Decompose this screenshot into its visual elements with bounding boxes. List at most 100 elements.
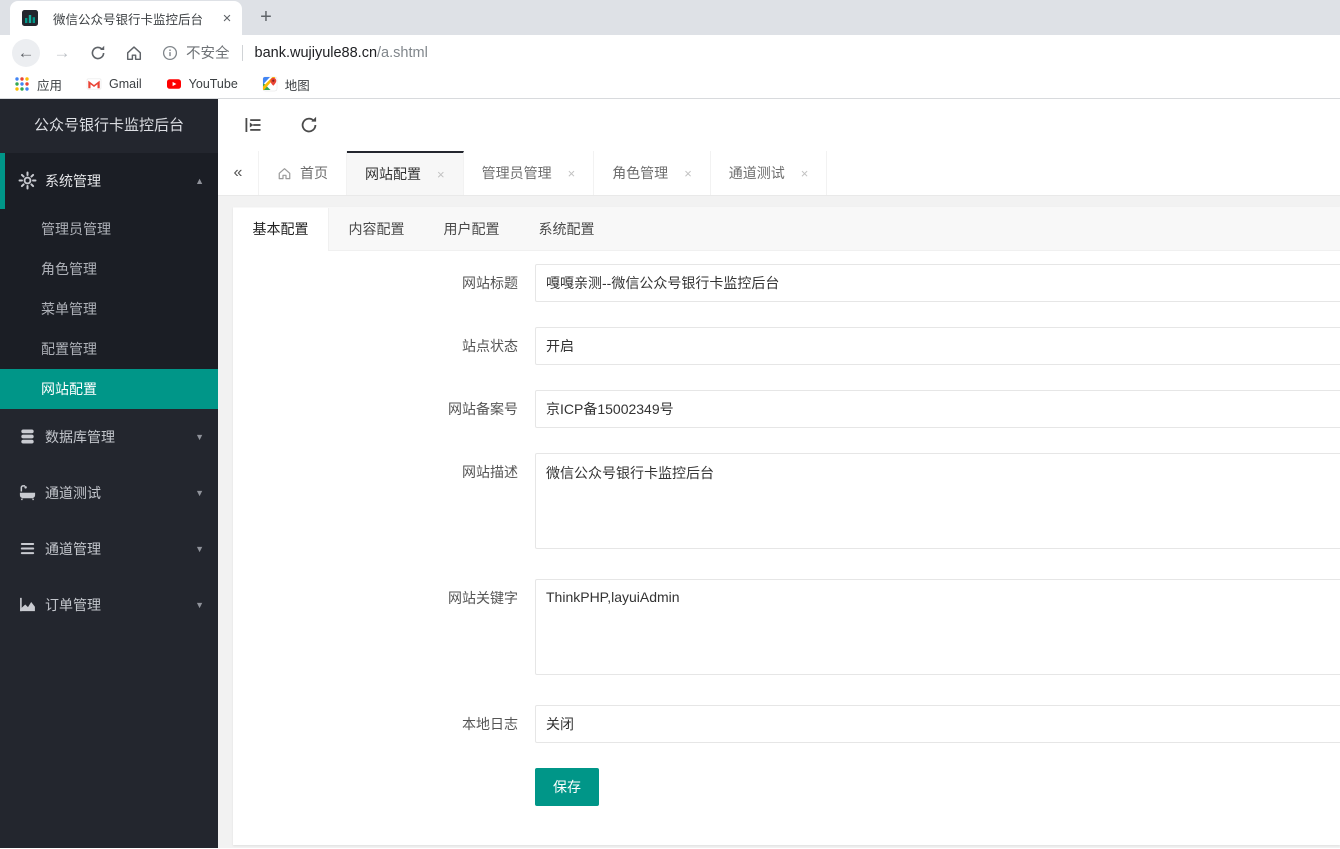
bookmarks-bar: 应用 Gmail YouTube 地图 <box>0 70 1340 99</box>
config-tab-bar: 基本配置 内容配置 用户配置 系统配置 <box>233 207 1340 251</box>
collapse-sidebar-icon[interactable] <box>243 115 263 135</box>
sidebar-submenu: 管理员管理 角色管理 菜单管理 配置管理 网站配置 <box>0 209 218 409</box>
form-control <box>535 579 1340 680</box>
sidebar-menu: 系统管理 ▲ 管理员管理 角色管理 菜单管理 配置管理 网站配置 数据库管理 ▼ 通道测试 ▼ 通道管… <box>0 153 218 633</box>
config-card: 基本配置内容配置用户配置系统配置 网站标题站点状态网站备案号网站描述网站关键字本… <box>233 207 1340 845</box>
site-keywords-field[interactable] <box>535 579 1340 675</box>
sidebar-item[interactable]: 数据库管理 ▼ <box>0 409 218 465</box>
config-tab[interactable]: 系统配置 <box>519 208 614 250</box>
gmail-icon <box>86 76 102 92</box>
page-tab[interactable]: 通道测试 × <box>711 151 828 195</box>
bookmark-label: Gmail <box>109 77 142 91</box>
youtube-icon <box>166 76 182 92</box>
bookmark-label: 地图 <box>284 78 310 93</box>
form-label: 网站描述 <box>462 464 518 480</box>
back-icon[interactable]: ← <box>12 38 40 67</box>
close-tab-icon[interactable]: × <box>568 166 576 181</box>
close-tab-icon[interactable]: × <box>801 166 809 181</box>
local-log-field[interactable] <box>535 705 1340 743</box>
sidebar-item[interactable]: 订单管理 ▼ <box>0 577 218 633</box>
active-group-stripe <box>0 153 5 209</box>
close-tab-icon[interactable]: × <box>437 167 445 182</box>
page-tab-home[interactable]: 首页 <box>259 151 347 195</box>
form-label: 网站标题 <box>462 275 518 291</box>
form-control <box>535 327 1340 365</box>
chevron-down-icon: ▼ <box>195 432 204 442</box>
order-chart-icon <box>18 595 38 615</box>
icp-number-field[interactable] <box>535 390 1340 428</box>
form-control <box>535 390 1340 428</box>
home-icon <box>277 166 292 181</box>
database-icon <box>18 427 38 447</box>
bookmark-item[interactable]: YouTube <box>166 76 238 92</box>
form-control <box>535 453 1340 554</box>
page-tab[interactable]: 网站配置 × <box>347 151 464 195</box>
tab-close-icon[interactable]: × <box>218 10 236 27</box>
sidebar-item-label: 订单管理 <box>45 597 101 613</box>
browser-reload-icon[interactable] <box>84 39 112 67</box>
form-row: 网站标题 <box>233 264 1340 302</box>
omnibox-divider <box>241 44 243 61</box>
sidebar-item-label: 通道测试 <box>45 485 101 501</box>
config-tab[interactable]: 内容配置 <box>329 208 424 250</box>
sidebar-item-label: 系统管理 <box>45 173 101 189</box>
page-tab-label: 首页 <box>300 165 328 181</box>
page-tab-label: 网站配置 <box>365 166 421 182</box>
sidebar-group: 通道管理 ▼ <box>0 521 218 577</box>
admin-app: 公众号银行卡监控后台 系统管理 ▲ 管理员管理 角色管理 菜单管理 配置管理 网站配置 数据库… <box>0 99 1340 848</box>
config-tab[interactable]: 用户配置 <box>424 208 519 250</box>
browser-home-icon[interactable] <box>120 39 148 67</box>
info-icon[interactable] <box>162 45 178 61</box>
form-label: 网站关键字 <box>448 590 518 606</box>
refresh-page-icon[interactable] <box>299 115 319 135</box>
site-title-field[interactable] <box>535 264 1340 302</box>
site-favicon <box>22 10 38 26</box>
sidebar-item-label: 数据库管理 <box>45 429 115 445</box>
sidebar-subitem[interactable]: 管理员管理 <box>0 209 218 249</box>
site-status-field[interactable] <box>535 327 1340 365</box>
new-tab-button[interactable]: + <box>252 4 280 32</box>
bookmark-item[interactable]: 地图 <box>262 75 310 94</box>
sidebar-subitem[interactable]: 配置管理 <box>0 329 218 369</box>
config-tab[interactable]: 基本配置 <box>233 208 329 251</box>
close-tab-icon[interactable]: × <box>684 166 692 181</box>
chevron-down-icon: ▼ <box>195 544 204 554</box>
list-icon <box>18 539 38 559</box>
sidebar-subitem[interactable]: 角色管理 <box>0 249 218 289</box>
sidebar-item[interactable]: 通道管理 ▼ <box>0 521 218 577</box>
bookmark-item[interactable]: 应用 <box>14 75 62 94</box>
sidebar-subitem[interactable]: 网站配置 <box>0 369 218 409</box>
bookmark-label: YouTube <box>188 77 238 91</box>
address-bar[interactable]: 不安全 bank.wujiyule88.cn/a.shtml <box>162 39 1328 67</box>
url-host: bank.wujiyule88.cn <box>254 44 378 61</box>
form-row: 站点状态 <box>233 327 1340 365</box>
site-description-field[interactable] <box>535 453 1340 549</box>
sidebar-logo-title: 公众号银行卡监控后台 <box>33 117 184 134</box>
page-tab[interactable]: 管理员管理 × <box>464 151 595 195</box>
maps-icon <box>262 76 278 92</box>
bookmark-item[interactable]: Gmail <box>86 76 142 92</box>
form-row: 网站关键字 <box>233 579 1340 680</box>
page-tab[interactable]: 角色管理 × <box>594 151 711 195</box>
forward-icon[interactable]: → <box>48 39 76 67</box>
page-tab-label: 管理员管理 <box>481 165 552 181</box>
form-control <box>535 705 1340 743</box>
security-label: 不安全 <box>186 46 230 62</box>
sidebar-item[interactable]: 系统管理 ▲ <box>0 153 218 209</box>
sidebar-group: 通道测试 ▼ <box>0 465 218 521</box>
sidebar-subitem[interactable]: 菜单管理 <box>0 289 218 329</box>
browser-toolbar: ← → 不安全 bank.wujiyule88.cn/a.shtml <box>0 35 1340 70</box>
main-area: « 首页 网站配置 × 管理员管理 × 角色管理 × 通道测试 × 基本配置 内容配置 用户配置 系统… <box>218 99 1340 848</box>
chevron-up-icon: ▲ <box>195 176 204 186</box>
page-tab-label: 角色管理 <box>612 165 669 181</box>
tab-scroll-left-icon[interactable]: « <box>218 151 259 195</box>
channel-test-icon <box>18 483 38 503</box>
apps-grid-icon <box>14 76 30 92</box>
gear-icon <box>18 171 38 191</box>
save-button[interactable]: 保存 <box>535 768 599 806</box>
form-label: 网站备案号 <box>448 401 518 417</box>
sidebar-item[interactable]: 通道测试 ▼ <box>0 465 218 521</box>
browser-tab[interactable]: 微信公众号银行卡监控后台 × <box>10 1 242 35</box>
config-form: 网站标题站点状态网站备案号网站描述网站关键字本地日志保存 <box>233 251 1340 806</box>
sidebar: 公众号银行卡监控后台 系统管理 ▲ 管理员管理 角色管理 菜单管理 配置管理 网站配置 数据库… <box>0 99 218 848</box>
